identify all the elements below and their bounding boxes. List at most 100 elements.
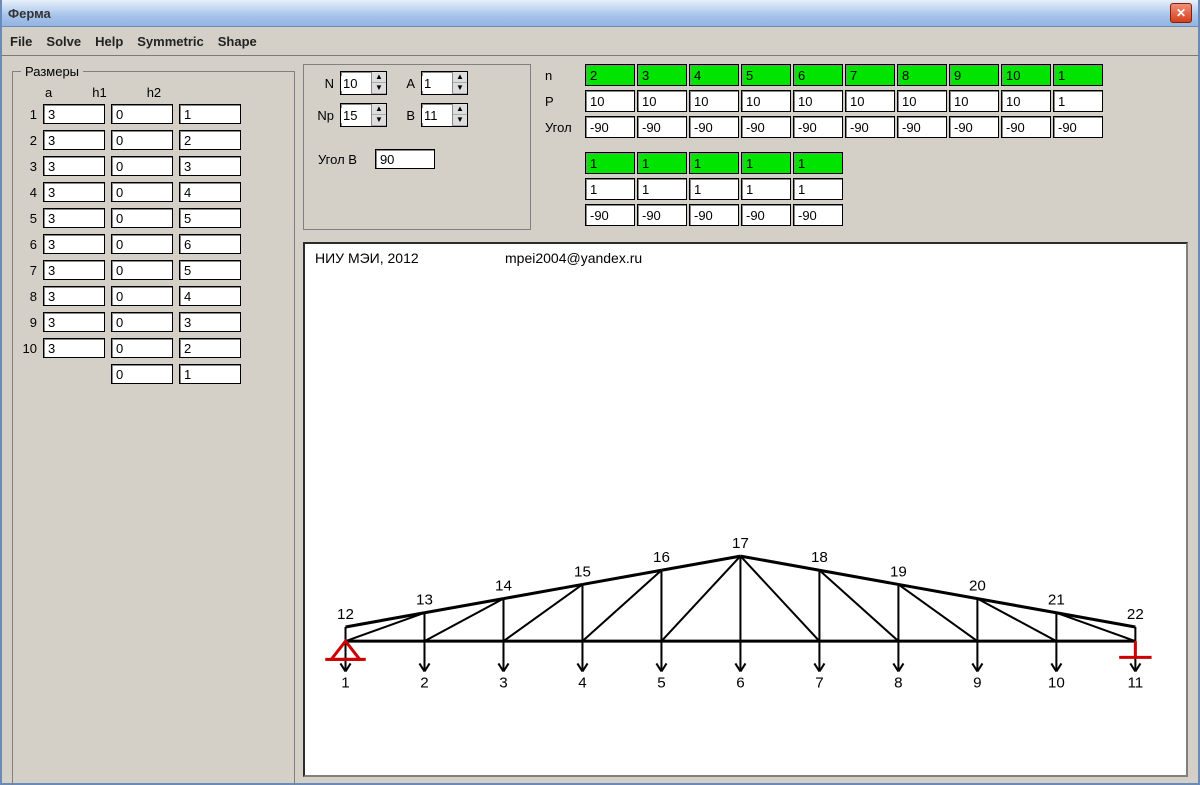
load-cell[interactable]: [949, 116, 999, 138]
dim-h2[interactable]: [179, 130, 241, 150]
dim-a[interactable]: [43, 104, 105, 124]
dim-h1[interactable]: [111, 104, 173, 124]
load-cell[interactable]: [741, 178, 791, 200]
dim-h2[interactable]: [179, 234, 241, 254]
input-angleB[interactable]: [375, 149, 435, 169]
load-cell[interactable]: [689, 116, 739, 138]
load-cell[interactable]: [689, 178, 739, 200]
load-cell[interactable]: [793, 152, 843, 174]
dim-a[interactable]: [43, 130, 105, 150]
load-cell[interactable]: [793, 204, 843, 226]
load-cell[interactable]: [689, 204, 739, 226]
dim-a[interactable]: [43, 312, 105, 332]
dim-h1[interactable]: [111, 234, 173, 254]
dim-a[interactable]: [43, 260, 105, 280]
load-cell[interactable]: [793, 90, 843, 112]
load-cell[interactable]: [741, 152, 791, 174]
load-cell[interactable]: [845, 64, 895, 86]
load-cell[interactable]: [585, 116, 635, 138]
dim-h2[interactable]: [179, 312, 241, 332]
load-cell[interactable]: [585, 204, 635, 226]
menu-solve[interactable]: Solve: [46, 34, 81, 49]
load-cell[interactable]: [793, 116, 843, 138]
load-cell[interactable]: [793, 178, 843, 200]
up-icon[interactable]: ▲: [453, 104, 467, 115]
menu-shape[interactable]: Shape: [218, 34, 257, 49]
load-cell[interactable]: [637, 204, 687, 226]
dim-h2[interactable]: [179, 156, 241, 176]
up-icon[interactable]: ▲: [372, 72, 386, 83]
load-cell[interactable]: [845, 116, 895, 138]
load-cell[interactable]: [741, 204, 791, 226]
close-icon[interactable]: ✕: [1170, 3, 1192, 23]
load-cell[interactable]: [1001, 64, 1051, 86]
spinner-A[interactable]: ▲▼: [421, 71, 468, 95]
load-cell[interactable]: [585, 178, 635, 200]
menu-file[interactable]: File: [10, 34, 32, 49]
down-icon[interactable]: ▼: [453, 83, 467, 94]
load-cell[interactable]: [1001, 116, 1051, 138]
load-cell[interactable]: [793, 64, 843, 86]
col-header-h2: h2: [147, 85, 161, 100]
load-cell[interactable]: [689, 64, 739, 86]
dim-h2[interactable]: [179, 338, 241, 358]
load-cell[interactable]: [1001, 90, 1051, 112]
down-icon[interactable]: ▼: [453, 115, 467, 126]
label-Np: Np: [312, 108, 334, 123]
load-cell[interactable]: [637, 90, 687, 112]
dim-a[interactable]: [43, 234, 105, 254]
load-cell[interactable]: [741, 90, 791, 112]
dim-a[interactable]: [43, 182, 105, 202]
load-cell[interactable]: [585, 90, 635, 112]
load-cell[interactable]: [637, 152, 687, 174]
dim-h2[interactable]: [179, 286, 241, 306]
load-cell[interactable]: [897, 116, 947, 138]
dim-h2[interactable]: [179, 208, 241, 228]
load-cell[interactable]: [637, 178, 687, 200]
dim-h1[interactable]: [111, 182, 173, 202]
load-cell[interactable]: [741, 64, 791, 86]
up-icon[interactable]: ▲: [453, 72, 467, 83]
load-cell[interactable]: [949, 90, 999, 112]
load-cell[interactable]: [1053, 90, 1103, 112]
svg-text:17: 17: [732, 535, 749, 552]
dim-a[interactable]: [43, 286, 105, 306]
dim-extra-h2[interactable]: [179, 364, 241, 384]
dim-h1[interactable]: [111, 312, 173, 332]
dim-a[interactable]: [43, 208, 105, 228]
load-cell[interactable]: [845, 90, 895, 112]
dim-h1[interactable]: [111, 156, 173, 176]
load-cell[interactable]: [897, 64, 947, 86]
dim-h2[interactable]: [179, 104, 241, 124]
down-icon[interactable]: ▼: [372, 115, 386, 126]
load-cell[interactable]: [585, 152, 635, 174]
dim-a[interactable]: [43, 338, 105, 358]
load-cell[interactable]: [637, 64, 687, 86]
dim-h1[interactable]: [111, 338, 173, 358]
menu-symmetric[interactable]: Symmetric: [137, 34, 203, 49]
spinner-Np[interactable]: ▲▼: [340, 103, 387, 127]
menu-help[interactable]: Help: [95, 34, 123, 49]
up-icon[interactable]: ▲: [372, 104, 386, 115]
down-icon[interactable]: ▼: [372, 83, 386, 94]
load-cell[interactable]: [741, 116, 791, 138]
dim-h2[interactable]: [179, 260, 241, 280]
dim-h2[interactable]: [179, 182, 241, 202]
load-cell[interactable]: [1053, 64, 1103, 86]
load-cell[interactable]: [949, 64, 999, 86]
load-cell[interactable]: [689, 152, 739, 174]
load-cell[interactable]: [585, 64, 635, 86]
dim-h1[interactable]: [111, 286, 173, 306]
dim-h1[interactable]: [111, 130, 173, 150]
load-cell[interactable]: [637, 116, 687, 138]
load-cell[interactable]: [1053, 116, 1103, 138]
spinner-N[interactable]: ▲▼: [340, 71, 387, 95]
load-cell[interactable]: [897, 90, 947, 112]
menubar: File Solve Help Symmetric Shape: [2, 27, 1198, 56]
dim-extra-h1[interactable]: [111, 364, 173, 384]
dim-h1[interactable]: [111, 260, 173, 280]
load-cell[interactable]: [689, 90, 739, 112]
spinner-B[interactable]: ▲▼: [421, 103, 468, 127]
dim-a[interactable]: [43, 156, 105, 176]
dim-h1[interactable]: [111, 208, 173, 228]
